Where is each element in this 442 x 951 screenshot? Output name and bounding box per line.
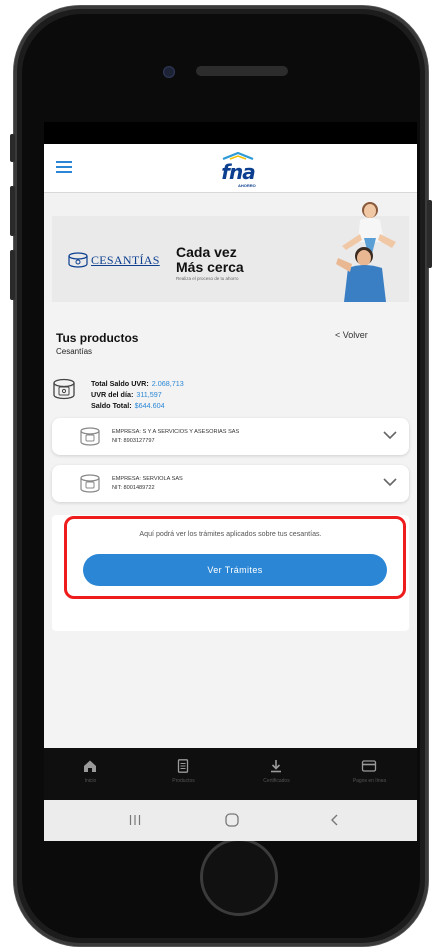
tab-label: Certificados: [263, 778, 290, 784]
chevron-down-icon[interactable]: [382, 430, 398, 440]
saldo-total-row: Saldo Total: $644.604: [91, 400, 184, 411]
banner-headline-2: Más cerca: [176, 259, 244, 275]
savings-safe-icon: [53, 378, 75, 400]
safe-icon: [68, 252, 88, 268]
chevron-down-icon[interactable]: [382, 477, 398, 487]
saldo-total-label: Saldo Total:: [91, 401, 132, 410]
tab-inicio[interactable]: Inicio: [44, 748, 137, 800]
tab-pagos-en-linea[interactable]: Pagos en línea: [323, 748, 416, 800]
uvr-day-label: UVR del día:: [91, 390, 134, 399]
home-icon: [84, 760, 96, 772]
document-icon: [177, 759, 189, 773]
logo-subtext: AHORRO: [238, 183, 256, 188]
cesantias-brand: CESANTÍAS: [91, 252, 160, 267]
company-safe-icon: [80, 474, 100, 493]
app-screen: fna AHORRO CESANTÍAS Cada vez Más cerca …: [44, 122, 417, 841]
company-safe-icon: [80, 427, 100, 446]
status-bar: [44, 122, 417, 144]
tab-label: Productos: [172, 778, 195, 784]
company-nit: NIT: 8903127797: [112, 438, 155, 444]
android-nav-bar: [44, 800, 417, 841]
front-camera: [163, 66, 175, 78]
bottom-tab-bar: Inicio Productos Certificados Pagos en l…: [44, 748, 417, 800]
cesantias-banner: CESANTÍAS Cada vez Más cerca Realiza el …: [52, 202, 409, 302]
cesantias-logo: CESANTÍAS: [68, 252, 160, 268]
back-button[interactable]: < Volver: [335, 330, 368, 340]
uvr-day-value: 311,597: [136, 390, 162, 399]
earpiece-speaker: [196, 66, 288, 76]
uvr-total-row: Total Saldo UVR: 2.068,713: [91, 378, 184, 389]
power-button: [427, 200, 432, 268]
app-header: fna AHORRO: [44, 144, 417, 193]
saldo-total-value: $644.604: [134, 401, 165, 410]
mute-switch: [10, 134, 15, 162]
tab-productos[interactable]: Productos: [137, 748, 230, 800]
page-title: Tus productos: [56, 331, 139, 345]
volume-down-button: [10, 250, 15, 300]
banner-headline-1: Cada vez: [176, 244, 237, 260]
company-nit: NIT: 8001489722: [112, 485, 155, 491]
balance-summary: Total Saldo UVR: 2.068,713 UVR del día: 31…: [91, 378, 184, 411]
volume-up-button: [10, 186, 15, 236]
company-name: EMPRESA: S Y A SERVICIOS Y ASESORIAS SAS: [112, 429, 240, 435]
hamburger-menu-icon[interactable]: [56, 161, 72, 173]
download-icon: [271, 760, 281, 773]
company-card[interactable]: EMPRESA: SERVIOLA SAS NIT: 8001489722: [52, 465, 409, 502]
tab-label: Pagos en línea: [352, 778, 387, 784]
logo-wordmark: fna: [221, 160, 255, 184]
logo-roof-icon: [222, 152, 254, 160]
tab-certificados[interactable]: Certificados: [230, 748, 323, 800]
fna-logo: fna AHORRO: [216, 152, 260, 188]
android-home-icon[interactable]: [220, 810, 244, 830]
highlight-annotation: [64, 516, 406, 599]
uvr-total-label: Total Saldo UVR:: [91, 379, 149, 388]
recent-apps-icon[interactable]: [123, 810, 147, 830]
uvr-total-value: 2.068,713: [151, 379, 184, 388]
family-photo: [336, 202, 396, 302]
phone-home-button[interactable]: [200, 838, 278, 916]
android-back-icon[interactable]: [323, 810, 347, 830]
page-subtitle: Cesantías: [56, 347, 93, 356]
tab-label: Inicio: [84, 778, 97, 784]
company-name: EMPRESA: SERVIOLA SAS: [112, 476, 183, 482]
uvr-day-row: UVR del día: 311,597: [91, 389, 184, 400]
banner-tagline: Realiza el proceso de tu ahorro: [176, 276, 239, 281]
company-card[interactable]: EMPRESA: S Y A SERVICIOS Y ASESORIAS SAS…: [52, 418, 409, 455]
card-icon: [361, 760, 377, 772]
